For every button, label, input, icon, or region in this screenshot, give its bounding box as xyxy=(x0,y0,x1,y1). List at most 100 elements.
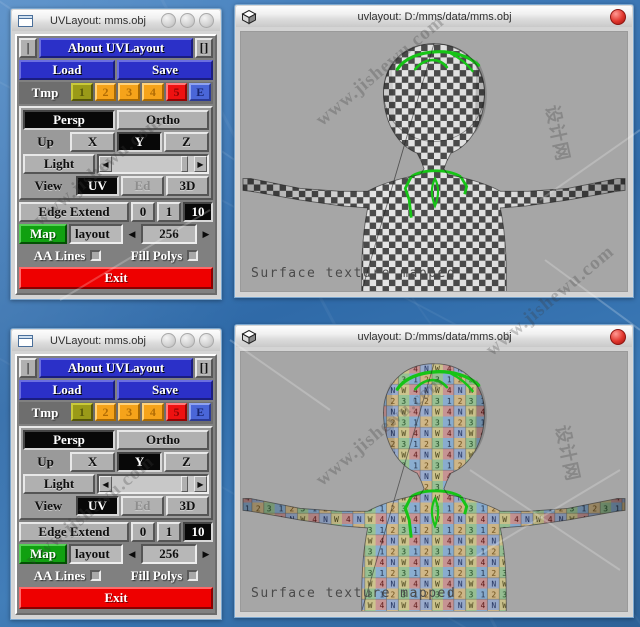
titlebar[interactable]: UVLayout: mms.obj xyxy=(12,330,220,351)
viewport-3d[interactable]: Surface texture mapped xyxy=(240,31,628,292)
maximize-icon[interactable] xyxy=(180,13,195,28)
window-buttons[interactable] xyxy=(161,13,214,28)
light-button[interactable]: Light xyxy=(23,154,95,174)
up-axis-y-button[interactable]: Y xyxy=(117,452,163,472)
fill-polys-toggle[interactable]: Fill Polys xyxy=(131,248,199,264)
view-uv-button[interactable]: UV xyxy=(75,176,119,196)
viewport-3d[interactable]: 1 2 3 4 N W xyxy=(240,351,628,612)
up-axis-x-button[interactable]: X xyxy=(70,452,116,472)
aa-lines-toggle[interactable]: AA Lines xyxy=(34,248,102,264)
tmp-button-1[interactable]: 1 xyxy=(71,403,93,421)
panel-minimize-button[interactable]: | xyxy=(19,38,37,58)
view-3d-button[interactable]: 3D xyxy=(165,176,209,196)
ortho-button[interactable]: Ortho xyxy=(117,110,209,130)
edge-extend-0-button[interactable]: 0 xyxy=(131,202,155,222)
edge-extend-button[interactable]: Edge Extend xyxy=(19,522,129,542)
up-axis-z-button[interactable]: Z xyxy=(164,132,209,152)
map-mode-field[interactable]: layout xyxy=(69,544,123,564)
persp-button[interactable]: Persp xyxy=(23,110,115,130)
view-uv-button[interactable]: UV xyxy=(75,496,119,516)
slider-thumb[interactable] xyxy=(181,156,188,172)
edge-extend-10-button[interactable]: 10 xyxy=(183,202,213,222)
tmp-button-1[interactable]: 1 xyxy=(71,83,93,101)
tmp-button-2[interactable]: 2 xyxy=(94,403,117,421)
window-buttons[interactable] xyxy=(610,328,626,345)
save-button[interactable]: Save xyxy=(117,380,213,400)
ortho-button[interactable]: Ortho xyxy=(117,430,209,450)
close-icon[interactable] xyxy=(610,8,626,25)
map-button[interactable]: Map xyxy=(19,224,67,244)
window-buttons[interactable] xyxy=(610,8,626,25)
load-button[interactable]: Load xyxy=(19,60,115,80)
fill-polys-checkbox[interactable] xyxy=(187,570,199,581)
slider-right-arrow-icon[interactable]: ▶ xyxy=(194,476,207,492)
map-size-decrease-icon[interactable]: ◀ xyxy=(125,544,139,564)
aa-lines-checkbox[interactable] xyxy=(90,570,102,581)
edge-extend-10-button[interactable]: 10 xyxy=(183,522,213,542)
about-uvlayout-button[interactable]: About UVLayout xyxy=(39,38,193,58)
uvlayout-viewport-window-bottom[interactable]: uvlayout: D:/mms/data/mms.obj Surface te… xyxy=(234,324,634,618)
panel-minimize-button[interactable]: | xyxy=(19,358,37,378)
map-size-increase-icon[interactable]: ▶ xyxy=(199,224,213,244)
edge-extend-1-button[interactable]: 1 xyxy=(157,202,181,222)
minimize-icon[interactable] xyxy=(161,333,176,348)
slider-right-arrow-icon[interactable]: ▶ xyxy=(194,156,207,172)
uvlayout-viewport-window-top[interactable]: uvlayout: D:/mms/data/mms.obj Surface te… xyxy=(234,4,634,298)
edge-extend-1-button[interactable]: 1 xyxy=(157,522,181,542)
tmp-button-5[interactable]: 5 xyxy=(165,83,188,101)
maximize-icon[interactable] xyxy=(180,333,195,348)
map-button[interactable]: Map xyxy=(19,544,67,564)
view-3d-button[interactable]: 3D xyxy=(165,496,209,516)
aa-lines-toggle[interactable]: AA Lines xyxy=(34,568,102,584)
tmp-button-2[interactable]: 2 xyxy=(94,83,117,101)
slider-thumb[interactable] xyxy=(181,476,188,492)
aa-lines-checkbox[interactable] xyxy=(90,250,102,261)
load-button[interactable]: Load xyxy=(19,380,115,400)
map-size-field[interactable]: 256 xyxy=(141,224,197,244)
window-buttons[interactable] xyxy=(161,333,214,348)
slider-left-arrow-icon[interactable]: ◀ xyxy=(99,476,112,492)
map-size-increase-icon[interactable]: ▶ xyxy=(199,544,213,564)
about-uvlayout-button[interactable]: About UVLayout xyxy=(39,358,193,378)
save-button[interactable]: Save xyxy=(117,60,213,80)
up-axis-x-button[interactable]: X xyxy=(70,132,116,152)
tmp-button-e[interactable]: E xyxy=(189,403,212,421)
tmp-button-3[interactable]: 3 xyxy=(118,403,141,421)
light-slider[interactable]: ◀ ▶ xyxy=(97,154,209,174)
slider-track[interactable] xyxy=(112,476,194,492)
tmp-button-3[interactable]: 3 xyxy=(118,83,141,101)
edge-extend-0-button[interactable]: 0 xyxy=(131,522,155,542)
minimize-icon[interactable] xyxy=(161,13,176,28)
persp-button[interactable]: Persp xyxy=(23,430,115,450)
close-icon[interactable] xyxy=(610,328,626,345)
slider-track[interactable] xyxy=(112,156,194,172)
viewport-status-text: Surface texture mapped xyxy=(251,586,457,601)
tmp-button-4[interactable]: 4 xyxy=(142,83,164,101)
exit-button[interactable]: Exit xyxy=(19,267,213,289)
up-axis-y-button[interactable]: Y xyxy=(117,132,163,152)
titlebar[interactable]: UVLayout: mms.obj xyxy=(12,10,220,31)
uvlayout-control-window-top[interactable]: UVLayout: mms.obj | About UVLayout [] Lo… xyxy=(10,8,222,300)
panel-maximize-button[interactable]: [] xyxy=(195,38,213,58)
light-slider[interactable]: ◀ ▶ xyxy=(97,474,209,494)
up-axis-z-button[interactable]: Z xyxy=(164,452,209,472)
tmp-button-5[interactable]: 5 xyxy=(165,403,188,421)
titlebar[interactable]: uvlayout: D:/mms/data/mms.obj xyxy=(236,326,632,347)
exit-button[interactable]: Exit xyxy=(19,587,213,609)
edge-extend-button[interactable]: Edge Extend xyxy=(19,202,129,222)
fill-polys-toggle[interactable]: Fill Polys xyxy=(131,568,199,584)
close-icon[interactable] xyxy=(199,333,214,348)
uvlayout-control-window-bottom[interactable]: UVLayout: mms.obj | About UVLayout [] Lo… xyxy=(10,328,222,620)
map-mode-field[interactable]: layout xyxy=(69,224,123,244)
titlebar[interactable]: uvlayout: D:/mms/data/mms.obj xyxy=(236,6,632,27)
close-icon[interactable] xyxy=(199,13,214,28)
tmp-button-e[interactable]: E xyxy=(189,83,212,101)
tmp-label: Tmp xyxy=(31,405,59,420)
light-button[interactable]: Light xyxy=(23,474,95,494)
map-size-field[interactable]: 256 xyxy=(141,544,197,564)
tmp-button-4[interactable]: 4 xyxy=(142,403,164,421)
slider-left-arrow-icon[interactable]: ◀ xyxy=(99,156,112,172)
panel-maximize-button[interactable]: [] xyxy=(195,358,213,378)
map-size-decrease-icon[interactable]: ◀ xyxy=(125,224,139,244)
fill-polys-checkbox[interactable] xyxy=(187,250,199,261)
